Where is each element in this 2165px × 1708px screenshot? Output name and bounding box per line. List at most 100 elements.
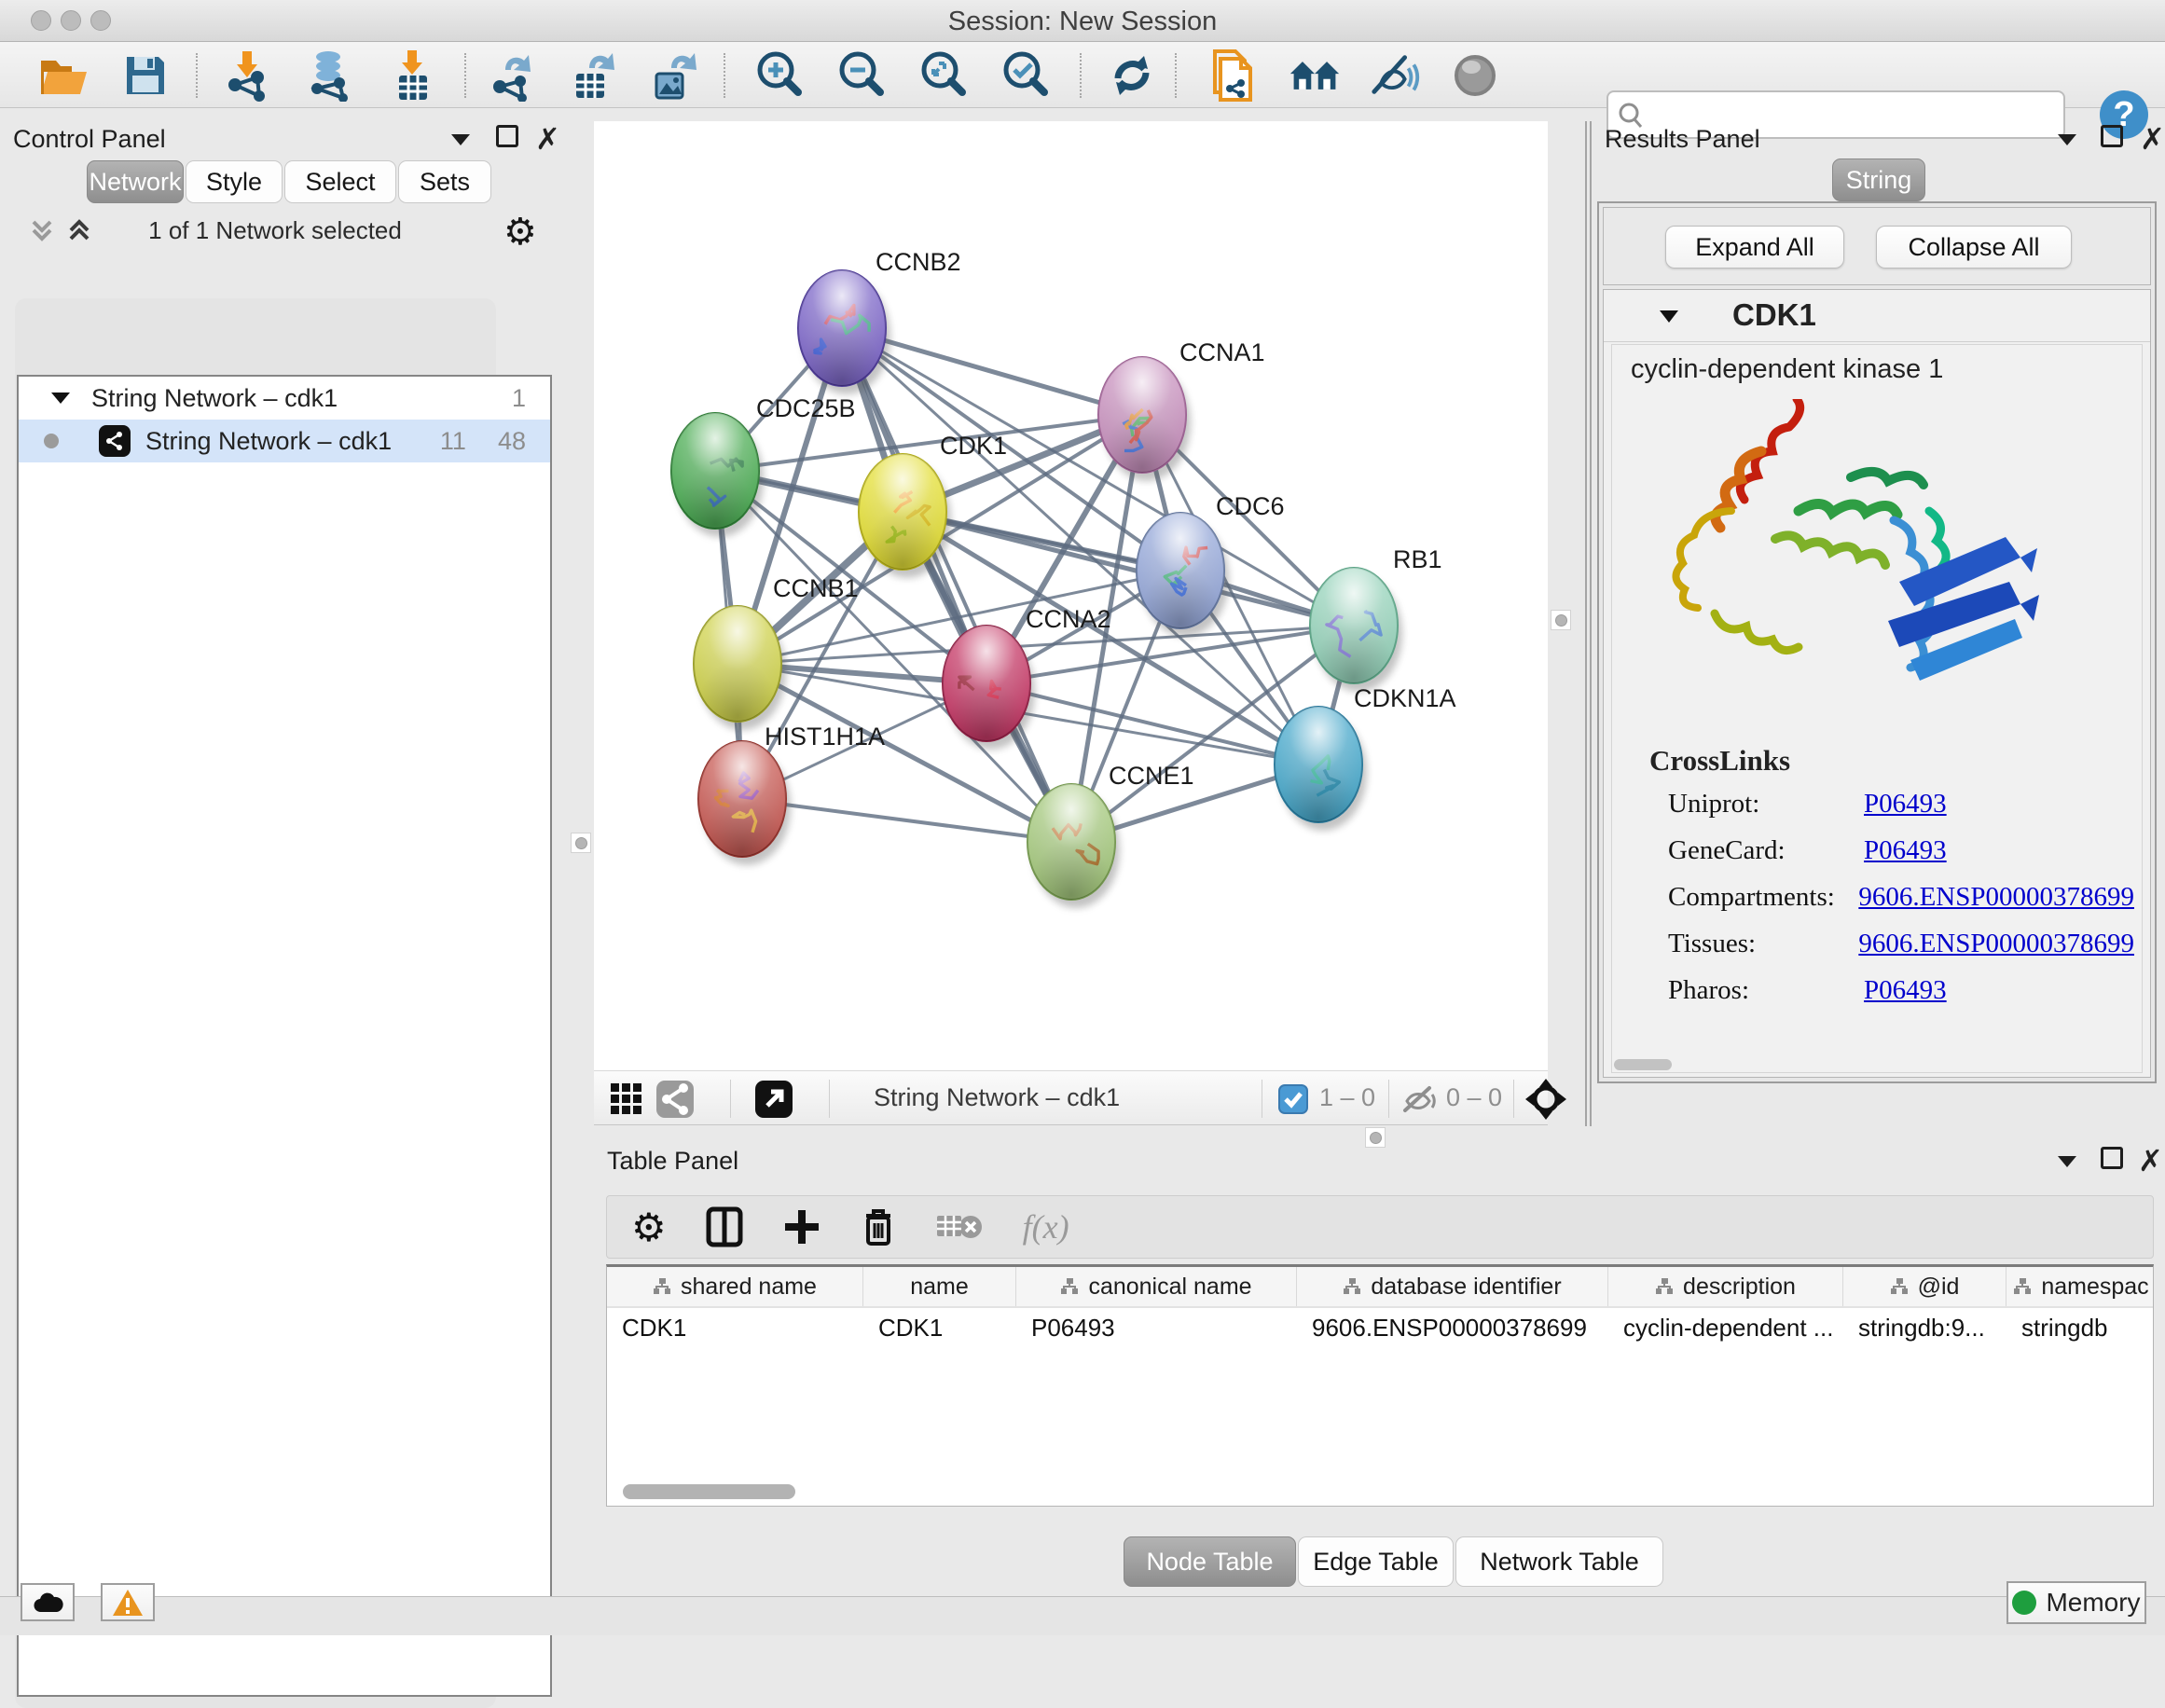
zoom-fit-icon[interactable] (917, 51, 970, 100)
column-header-canonical-name[interactable]: canonical name (1016, 1267, 1297, 1306)
network-node-ccnb2[interactable] (798, 270, 890, 394)
column-header-shared-name[interactable]: shared name (607, 1267, 863, 1306)
column-header-description[interactable]: description (1608, 1267, 1843, 1306)
birds-eye-icon[interactable] (1524, 1078, 1567, 1121)
panel-float-icon[interactable] (2101, 1147, 2123, 1169)
import-table-file-icon[interactable] (386, 51, 438, 100)
table-cell[interactable]: cyclin-dependent ... (1608, 1306, 1843, 1347)
export-network-icon[interactable] (487, 51, 539, 100)
table-cell[interactable]: CDK1 (863, 1306, 1016, 1347)
results-hscrollbar[interactable] (1614, 1059, 1672, 1070)
column-header--id[interactable]: @id (1843, 1267, 2006, 1306)
expand-all-button[interactable]: Expand All (1665, 226, 1844, 269)
column-header-database-identifier[interactable]: database identifier (1297, 1267, 1608, 1306)
crosslink-value-link[interactable]: 9606.ENSP00000378699 (1858, 929, 2134, 959)
right-splitter-handle[interactable] (1551, 610, 1571, 630)
panel-menu-icon[interactable] (2056, 132, 2078, 147)
zoom-out-icon[interactable] (835, 51, 888, 100)
crosslink-value-link[interactable]: P06493 (1864, 975, 1947, 1006)
panel-float-icon[interactable] (496, 125, 518, 147)
open-in-window-icon[interactable] (754, 1080, 793, 1119)
hidden-eye-icon[interactable] (1401, 1084, 1439, 1114)
export-image-icon[interactable] (647, 51, 699, 100)
tab-select[interactable]: Select (284, 160, 396, 203)
table-cell[interactable]: CDK1 (607, 1306, 863, 1347)
add-column-icon[interactable] (782, 1207, 821, 1247)
network-graph[interactable]: CCNB2CCNA1CDC25BCDK1CDC6RB1CCNB1CCNA2CDK… (594, 121, 1548, 1070)
network-edge[interactable] (842, 328, 1071, 842)
panel-float-icon[interactable] (2101, 125, 2123, 147)
hide-glasses-icon[interactable] (1369, 51, 1421, 100)
column-header-name[interactable]: name (863, 1267, 1016, 1306)
panel-menu-icon[interactable] (449, 132, 472, 147)
open-session-icon[interactable] (37, 51, 90, 100)
network-edge[interactable] (903, 512, 1354, 626)
expand-all-chevron-icon[interactable] (65, 214, 93, 246)
table-hscrollbar[interactable] (623, 1484, 795, 1499)
table-cell[interactable]: stringdb (2006, 1306, 2154, 1347)
network-node-ccnb1[interactable] (694, 606, 786, 730)
cloud-status-button[interactable] (21, 1583, 75, 1621)
network-tree: String Network – cdk1 1 String Network –… (17, 375, 552, 1697)
crosslink-value-link[interactable]: P06493 (1864, 789, 1947, 820)
tab-node-table[interactable]: Node Table (1124, 1536, 1296, 1587)
refresh-view-icon[interactable] (1106, 51, 1158, 100)
sphere-view-icon[interactable] (1449, 51, 1501, 100)
network-badge-icon[interactable] (655, 1080, 695, 1119)
column-header-namespac[interactable]: namespac (2006, 1267, 2154, 1306)
network-node-ccne1[interactable] (1027, 784, 1120, 908)
network-node-rb1[interactable] (1310, 568, 1402, 692)
network-canvas[interactable]: CCNB2CCNA1CDC25BCDK1CDC6RB1CCNB1CCNA2CDK… (594, 121, 1548, 1070)
network-row[interactable]: String Network – cdk1 11 48 (19, 420, 550, 462)
results-splitter-bar[interactable] (1585, 121, 1592, 1126)
network-node-cdc6[interactable] (1137, 513, 1229, 637)
table-cell[interactable]: 9606.ENSP00000378699 (1297, 1306, 1608, 1347)
string-homes-icon[interactable] (1289, 51, 1341, 100)
panel-menu-icon[interactable] (2056, 1154, 2078, 1169)
zoom-selected-icon[interactable] (1000, 51, 1052, 100)
warning-status-button[interactable] (101, 1583, 155, 1621)
network-node-hist1h1a[interactable] (698, 741, 791, 865)
tab-sets[interactable]: Sets (398, 160, 491, 203)
tab-network[interactable]: Network (87, 160, 184, 203)
tab-style[interactable]: Style (186, 160, 283, 203)
panel-close-icon[interactable]: ✗ (535, 121, 560, 157)
collapse-entry-icon[interactable] (1658, 309, 1680, 324)
clear-table-icon[interactable] (935, 1210, 984, 1244)
node-table[interactable]: shared namenamecanonical namedatabase id… (606, 1264, 2154, 1507)
network-edge[interactable] (742, 799, 1071, 842)
panel-close-icon[interactable]: ✗ (2140, 121, 2165, 157)
table-cell[interactable]: P06493 (1016, 1306, 1297, 1347)
selected-checkbox-icon[interactable] (1278, 1084, 1308, 1114)
memory-button[interactable]: Memory (2006, 1581, 2146, 1624)
export-table-icon[interactable] (567, 51, 619, 100)
network-node-cdkn1a[interactable] (1275, 707, 1367, 831)
results-panel-title: Results Panel (1605, 125, 1760, 154)
table-cell[interactable]: stringdb:9... (1843, 1306, 2006, 1347)
network-node-ccna2[interactable] (943, 626, 1035, 750)
collection-expand-icon[interactable] (50, 391, 71, 406)
share-document-icon[interactable] (1207, 51, 1259, 100)
delete-column-icon[interactable] (861, 1206, 896, 1247)
import-network-file-icon[interactable] (222, 51, 274, 100)
left-splitter-handle[interactable] (571, 833, 591, 853)
network-collection-row[interactable]: String Network – cdk1 1 (19, 377, 550, 420)
collapse-all-chevron-icon[interactable] (28, 214, 56, 246)
grid-view-icon[interactable] (609, 1081, 644, 1117)
collapse-all-button[interactable]: Collapse All (1876, 226, 2072, 269)
tab-edge-table[interactable]: Edge Table (1298, 1536, 1454, 1587)
tab-string[interactable]: String (1832, 158, 1925, 201)
function-builder-icon[interactable]: f(x) (1023, 1207, 1069, 1247)
control-panel-gear-icon[interactable]: ⚙ (503, 211, 537, 254)
network-node-cdk1[interactable] (859, 454, 951, 578)
panel-close-icon[interactable]: ✗ (2138, 1143, 2163, 1178)
zoom-in-icon[interactable] (753, 51, 806, 100)
crosslink-value-link[interactable]: P06493 (1864, 835, 1947, 866)
node-result-header[interactable]: CDK1 (1604, 290, 2150, 342)
crosslink-value-link[interactable]: 9606.ENSP00000378699 (1858, 882, 2134, 913)
split-columns-icon[interactable] (706, 1206, 743, 1247)
save-session-icon[interactable] (119, 51, 172, 100)
table-gear-icon[interactable]: ⚙ (631, 1205, 667, 1250)
import-network-database-icon[interactable] (304, 51, 356, 100)
tab-network-table[interactable]: Network Table (1455, 1536, 1663, 1587)
